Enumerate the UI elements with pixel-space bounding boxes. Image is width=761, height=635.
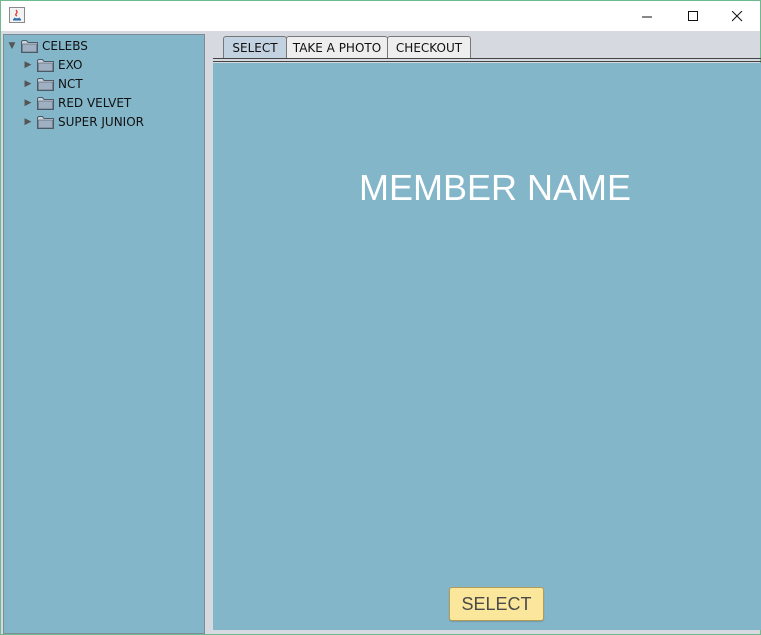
expanded-toggle-icon[interactable]: ▼ [7, 41, 17, 51]
tab-take-a-photo[interactable]: TAKE A PHOTO [286, 36, 388, 59]
tree-node-exo[interactable]: ▶ EXO [23, 56, 82, 74]
collapsed-toggle-icon[interactable]: ▶ [23, 60, 33, 70]
folder-icon [37, 59, 54, 72]
tree-node-celebs[interactable]: ▼ CELEBS [7, 37, 88, 55]
tree-node-super-junior[interactable]: ▶ SUPER JUNIOR [23, 113, 144, 131]
tree-node-label: NCT [58, 77, 83, 91]
select-panel: MEMBER NAME SELECT [213, 63, 761, 630]
tree-node-label: SUPER JUNIOR [58, 115, 144, 129]
folder-icon [37, 97, 54, 110]
tabbed-pane: SELECT TAKE A PHOTO CHECKOUT MEMBER NAME… [213, 34, 761, 632]
title-bar [1, 1, 760, 31]
collapsed-toggle-icon[interactable]: ▶ [23, 117, 33, 127]
select-button[interactable]: SELECT [449, 587, 544, 621]
split-pane-divider[interactable] [205, 34, 213, 632]
tab-separator [213, 61, 761, 62]
folder-icon [37, 78, 54, 91]
minimize-button[interactable] [624, 1, 670, 31]
tree-node-label: CELEBS [42, 39, 88, 53]
maximize-button[interactable] [670, 1, 716, 31]
tree-node-nct[interactable]: ▶ NCT [23, 75, 83, 93]
tree-node-red-velvet[interactable]: ▶ RED VELVET [23, 94, 131, 112]
folder-icon [37, 116, 54, 129]
close-icon [731, 10, 742, 21]
tab-checkout[interactable]: CHECKOUT [387, 36, 471, 59]
tree-node-label: EXO [58, 58, 83, 72]
folder-open-icon [21, 40, 38, 53]
member-name-label: MEMBER NAME [358, 167, 632, 208]
maximize-icon [687, 10, 698, 21]
collapsed-toggle-icon[interactable]: ▶ [23, 79, 33, 89]
app-window: ▼ CELEBS ▶ EXO ▶ NCT ▶ RED VELVET ▶ SUPE… [0, 0, 761, 635]
close-button[interactable] [714, 1, 760, 31]
java-app-icon [9, 7, 25, 23]
collapsed-toggle-icon[interactable]: ▶ [23, 98, 33, 108]
tab-select[interactable]: SELECT [223, 36, 287, 59]
tree-node-label: RED VELVET [58, 96, 132, 110]
tab-separator [213, 58, 761, 59]
celebs-tree[interactable]: ▼ CELEBS ▶ EXO ▶ NCT ▶ RED VELVET ▶ SUPE… [3, 34, 205, 634]
minimize-icon [641, 16, 652, 17]
